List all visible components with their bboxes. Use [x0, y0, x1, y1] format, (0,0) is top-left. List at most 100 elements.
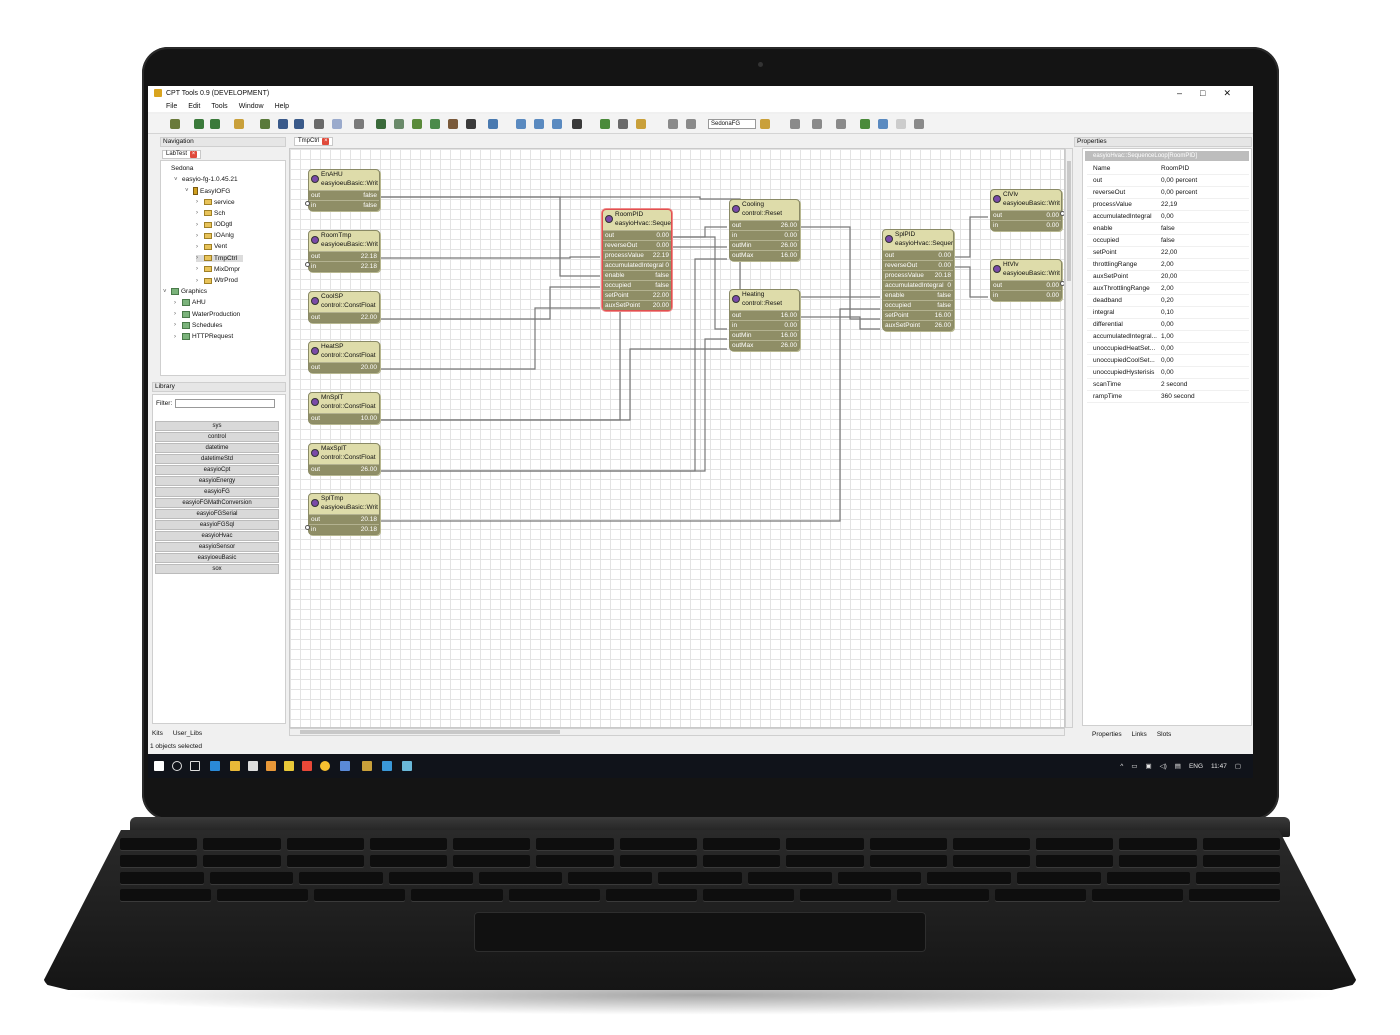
- monitor-icon[interactable]: ▣: [1145, 762, 1151, 770]
- tree-item[interactable]: › WtrProd: [196, 277, 238, 284]
- windows-start-icon[interactable]: [154, 761, 164, 771]
- tree-item[interactable]: › TmpCtrl: [196, 254, 244, 262]
- file-explorer-icon[interactable]: [230, 761, 240, 771]
- library-item[interactable]: easyioFGMathConversion: [155, 498, 279, 508]
- wiresheet-horizontal-scrollbar[interactable]: [289, 728, 1065, 736]
- library-item[interactable]: easyioFG: [155, 487, 279, 497]
- back-icon[interactable]: [194, 119, 204, 129]
- block-slot[interactable]: in 0.00: [730, 320, 799, 330]
- property-row[interactable]: auxThrottlingRange 2,00: [1087, 283, 1249, 295]
- chevron-icon[interactable]: ˅: [163, 289, 169, 295]
- app-icon-light-blue[interactable]: [402, 761, 412, 771]
- library-item[interactable]: datetimeStd: [155, 454, 279, 464]
- zoom-fit-icon[interactable]: [552, 119, 562, 129]
- notification-icon[interactable]: ▢: [1235, 762, 1241, 770]
- chevron-icon[interactable]: ›: [196, 233, 202, 239]
- chevron-icon[interactable]: ›: [196, 278, 202, 284]
- tree-item[interactable]: ˅ easyio-fg-1.0.45.21: [174, 176, 238, 183]
- network-icon[interactable]: ▭: [1131, 762, 1137, 770]
- block-slot[interactable]: outMax 16.00: [730, 250, 799, 260]
- block-slot[interactable]: auxSetPoint 26.00: [883, 320, 953, 330]
- tree-item[interactable]: › IOAnlg: [196, 232, 234, 239]
- block-slot[interactable]: out false: [309, 190, 379, 200]
- library-item[interactable]: sox: [155, 564, 279, 574]
- block-slot[interactable]: outMin 26.00: [730, 240, 799, 250]
- block-slot[interactable]: setPoint 22.00: [603, 290, 671, 300]
- input-port[interactable]: [305, 201, 310, 206]
- close-icon[interactable]: ×: [190, 151, 198, 158]
- block-slot[interactable]: occupied false: [603, 280, 671, 290]
- cut-icon[interactable]: [412, 119, 422, 129]
- package-icon[interactable]: [636, 119, 646, 129]
- property-value[interactable]: 0,00: [1157, 319, 1249, 330]
- block-roompid[interactable]: RoomPID easyioHvac::Sequer out 0.00 reverseO…: [602, 209, 672, 311]
- chart-icon[interactable]: [488, 119, 498, 129]
- camera-icon[interactable]: [572, 119, 582, 129]
- chevron-icon[interactable]: ˅: [185, 188, 191, 194]
- property-row[interactable]: throttlingRange 2,00: [1087, 259, 1249, 271]
- library-item[interactable]: easyioHvac: [155, 531, 279, 541]
- redo-icon[interactable]: [686, 119, 696, 129]
- grid-icon[interactable]: [914, 119, 924, 129]
- property-row[interactable]: unoccupiedHeatSet... 0,00: [1087, 343, 1249, 355]
- property-value[interactable]: 0,00: [1157, 367, 1249, 378]
- block-slot[interactable]: out 20.00: [309, 362, 379, 372]
- block-slot[interactable]: in 20.18: [309, 524, 379, 534]
- block-heatsp[interactable]: HeatSP control::ConstFloat out 20.00: [308, 341, 380, 373]
- close-button[interactable]: ✕: [1223, 86, 1231, 100]
- property-row[interactable]: enable false: [1087, 223, 1249, 235]
- block-slot[interactable]: occupied false: [883, 300, 953, 310]
- zoom-out-icon[interactable]: [534, 119, 544, 129]
- property-value[interactable]: 2,00: [1157, 259, 1249, 270]
- property-row[interactable]: differential 0,00: [1087, 319, 1249, 331]
- chevron-icon[interactable]: ›: [174, 311, 180, 317]
- block-slot[interactable]: accumulatedIntegral 0: [603, 260, 671, 270]
- library-item[interactable]: easyioCpt: [155, 465, 279, 475]
- block-splpid[interactable]: SplPID easyioHvac::Sequer out 0.00 reverseOu…: [882, 229, 954, 331]
- property-row[interactable]: occupied false: [1087, 235, 1249, 247]
- print-icon[interactable]: [354, 119, 364, 129]
- menu-file[interactable]: File: [166, 103, 177, 110]
- chevron-icon[interactable]: ›: [174, 300, 180, 306]
- library-filter-input[interactable]: [175, 399, 275, 408]
- menu-help[interactable]: Help: [275, 103, 289, 110]
- property-value[interactable]: 0,00: [1157, 343, 1249, 354]
- connect-icon[interactable]: [260, 119, 270, 129]
- cursor-icon[interactable]: [896, 119, 906, 129]
- binoculars-icon[interactable]: [466, 119, 476, 129]
- compose-icon[interactable]: [448, 119, 458, 129]
- zoom-in-icon[interactable]: [516, 119, 526, 129]
- network-app-icon[interactable]: [340, 761, 350, 771]
- chevron-icon[interactable]: ˅: [174, 177, 180, 183]
- tree-item[interactable]: › IODgtl: [196, 221, 232, 228]
- new-icon[interactable]: [170, 119, 180, 129]
- library-item[interactable]: control: [155, 432, 279, 442]
- link-icon[interactable]: [430, 119, 440, 129]
- tree-item[interactable]: › AHU: [174, 299, 206, 307]
- tab-user-libs[interactable]: User_Libs: [173, 730, 202, 737]
- menu-tools[interactable]: Tools: [211, 103, 227, 110]
- tab-tmpctrl[interactable]: TmpCtrl ×: [294, 137, 334, 146]
- property-row[interactable]: unoccupiedCoolSet... 0,00: [1087, 355, 1249, 367]
- block-slot[interactable]: out 0.00: [991, 210, 1061, 220]
- tag-outline-icon[interactable]: [790, 119, 800, 129]
- block-maxsplt[interactable]: MaxSplT control::ConstFloat out 26.00: [308, 443, 380, 475]
- chevron-icon[interactable]: ›: [196, 210, 202, 216]
- property-value[interactable]: RoomPID: [1157, 163, 1249, 174]
- input-port[interactable]: [305, 262, 310, 267]
- store-icon[interactable]: [248, 761, 258, 771]
- block-slot[interactable]: out 22.00: [309, 312, 379, 322]
- paste-icon[interactable]: [394, 119, 404, 129]
- tree-item[interactable]: › MixDmpr: [196, 266, 240, 273]
- tree-item[interactable]: › Schedules: [174, 321, 222, 329]
- menu-edit[interactable]: Edit: [188, 103, 200, 110]
- property-value[interactable]: 22,19: [1157, 199, 1249, 210]
- property-value[interactable]: 20,00: [1157, 271, 1249, 282]
- chrome-icon[interactable]: [320, 761, 330, 771]
- pen-icon[interactable]: [878, 119, 888, 129]
- tree-item[interactable]: › Sch: [196, 210, 225, 217]
- chevron-icon[interactable]: ›: [196, 199, 202, 205]
- library-item[interactable]: easyioFGSerial: [155, 509, 279, 519]
- block-slot[interactable]: processValue 20.18: [883, 270, 953, 280]
- chevron-icon[interactable]: ›: [196, 255, 202, 261]
